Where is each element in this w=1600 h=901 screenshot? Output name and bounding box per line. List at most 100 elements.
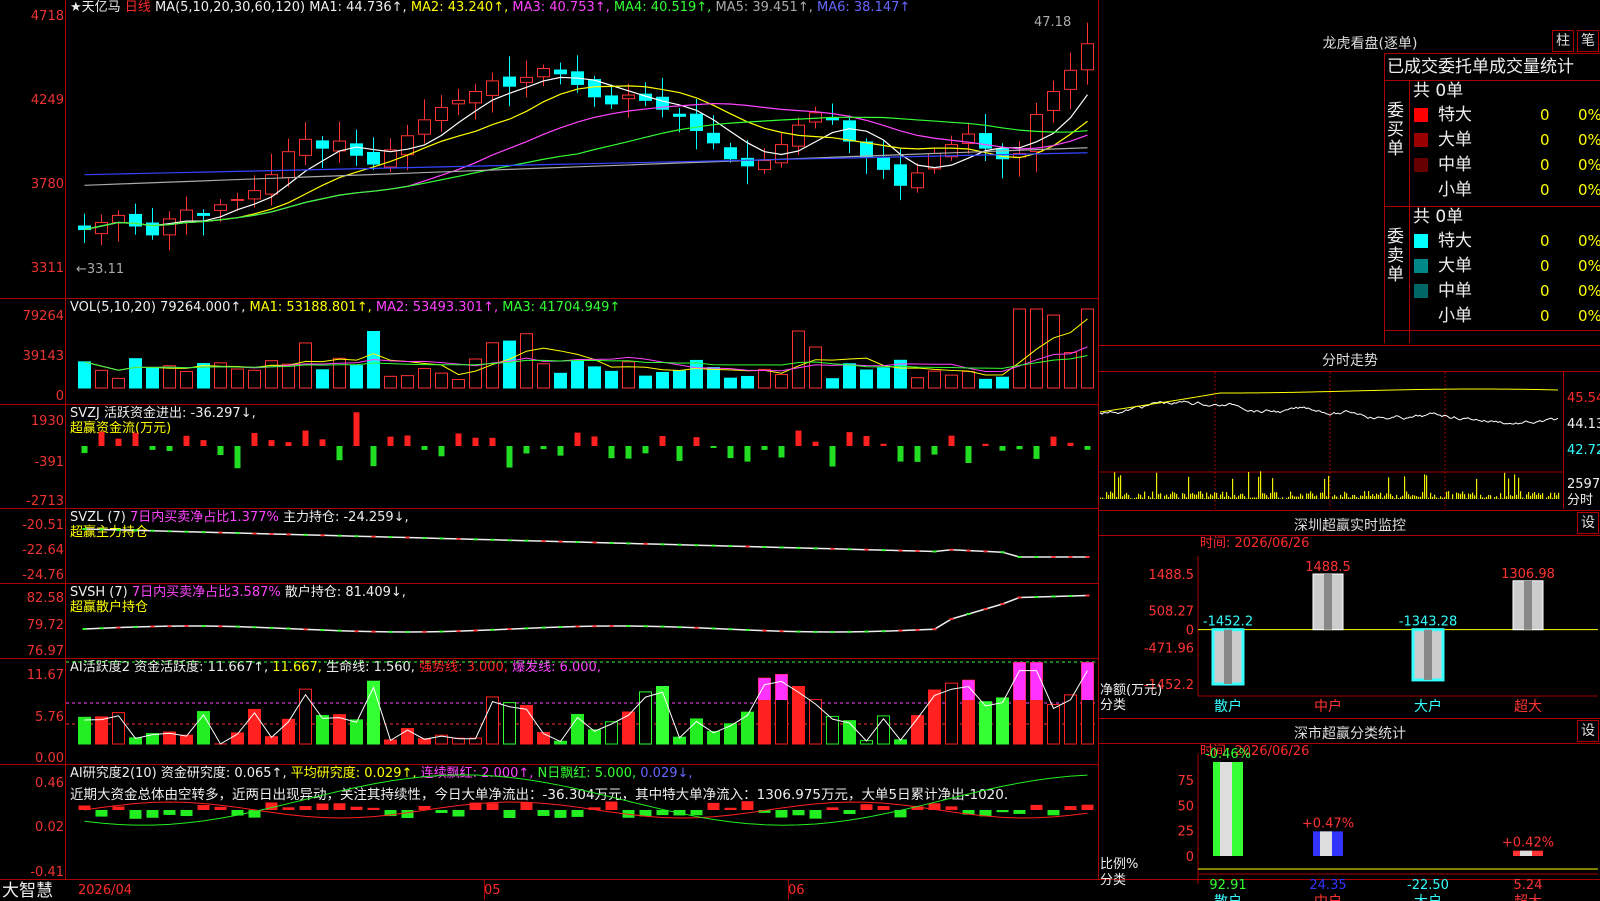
sell-row-pct: 0% [1578,257,1600,275]
volume-bar [164,366,176,388]
ai2-chart[interactable] [66,659,1098,764]
air-bar [538,810,550,816]
intraday-chart[interactable] [1100,372,1563,509]
candle-up [385,150,397,167]
volume-chart[interactable] [66,299,1098,404]
candle-down [878,158,890,170]
svzl-line-tick [355,535,359,537]
candle-up [113,215,125,222]
brand-logo: 大智慧 [2,882,53,900]
candle-up [402,136,414,155]
intraday-vol-bar [1458,493,1459,499]
szc-bar-shade [1220,762,1232,856]
szc-title: 深市超赢分类统计 [1260,723,1440,743]
ai2-bar [368,681,380,744]
svzl-chart[interactable] [66,509,1098,583]
intraday-vol-bar [1440,496,1441,499]
air-bar [1014,810,1026,814]
svzj-bar-neg [541,446,547,449]
volume-bar [487,343,499,388]
ai-research-chart[interactable] [66,765,1098,879]
sz-monitor-chart[interactable]: 1488.5508.270-471.96-1452.2-1452.2散户1488… [1098,536,1600,716]
szc-axis-label: 比例% [1100,858,1138,872]
sell-row-name: 中单 [1438,282,1472,300]
svsh-chart[interactable] [66,584,1098,658]
volume-bar [589,367,601,388]
sz-class-chart[interactable]: 7550250-0.46%92.91散户+0.47%24.35中户-22.50大… [1098,744,1600,900]
svzj-bar-pos [575,433,581,446]
intraday-vol-bar [1476,479,1477,499]
intraday-vol-bar [1128,495,1129,499]
y-tick-svzj-1: -391 [0,455,64,470]
svzl-line-tick [1052,556,1056,558]
volume-bar [827,379,839,388]
intraday-vol-bar [1344,492,1345,499]
svzl-line-tick [338,535,342,537]
svzj-bar-neg [643,446,649,453]
intraday-vol-bar [1528,492,1529,499]
air-bar [725,808,737,810]
candlestick-chart[interactable] [66,0,1098,298]
szc-y-tick: 50 [1177,799,1194,814]
intraday-vol-bar [1360,495,1361,499]
air-bar [827,807,839,810]
intraday-vol-bar [1332,497,1333,499]
intraday-vol-bar [1210,494,1211,499]
candle-down [725,148,737,159]
volume-bar [385,376,397,388]
order-view-button[interactable]: 笔 [1577,30,1599,52]
volume-bar [946,375,958,388]
intraday-vol-bar [1198,492,1199,499]
intraday-vol-bar [1102,497,1103,499]
intraday-vol-bar [1462,492,1463,499]
volume-bar [351,366,363,388]
y-tick-air-0: 0.46 [0,776,64,791]
air-bar [555,810,567,818]
intraday-vol-bar [1504,473,1505,499]
volume-bar [147,368,159,388]
szc-y-tick: 0 [1186,850,1194,865]
intraday-vol-bar [1178,498,1179,499]
air-bar [130,810,142,819]
svzl-line-tick [678,544,682,546]
volume-bar [249,370,261,388]
svzl-line-tick [1086,556,1090,558]
intraday-vol-bar [1354,495,1355,499]
svzl-line-tick [831,548,835,550]
ai2-bar [504,703,516,744]
svsh-line-tick [355,630,359,632]
ai2-bar [929,690,941,744]
candle-up [215,205,227,211]
svsh-line-tick [746,629,750,631]
intraday-vol-bar [1138,494,1139,499]
ai2-bar [283,719,295,744]
column-view-button[interactable]: 柱 [1552,30,1574,52]
intraday-vol-bar [1532,493,1533,499]
szm-settings-button[interactable]: 设 [1577,512,1599,534]
intraday-vol-bar [1184,494,1185,499]
svzl-line-tick [117,529,121,531]
air-bar [453,810,465,816]
szc-settings-button[interactable]: 设 [1577,720,1599,742]
intraday-vol-bar [1126,493,1127,499]
volume-bar [96,370,108,388]
intraday-vol-bar [1540,495,1541,499]
intraday-vol-bar [1414,495,1415,499]
y-tick-air-1: 0.02 [0,820,64,835]
svsh-line-tick [984,608,988,610]
svzl-line-tick [1035,556,1039,558]
intraday-vol-bar [1522,497,1523,499]
svzj-bar-pos [456,433,462,446]
intraday-vol-bar [1368,491,1369,499]
svzj-bar-pos [184,436,190,446]
svzj-bar-pos [99,432,105,446]
intraday-vol-bar [1388,477,1389,499]
air-bar [946,806,958,810]
y-tick-svsh-1: 79.72 [0,618,64,633]
svzj-chart[interactable] [66,405,1098,508]
svzj-bar-pos [201,440,207,446]
svzl-line-tick [933,551,937,553]
svsh-line-tick [797,631,801,633]
intraday-vol-bar [1554,493,1555,499]
szc-axis-sub: 分类 [1100,874,1126,888]
